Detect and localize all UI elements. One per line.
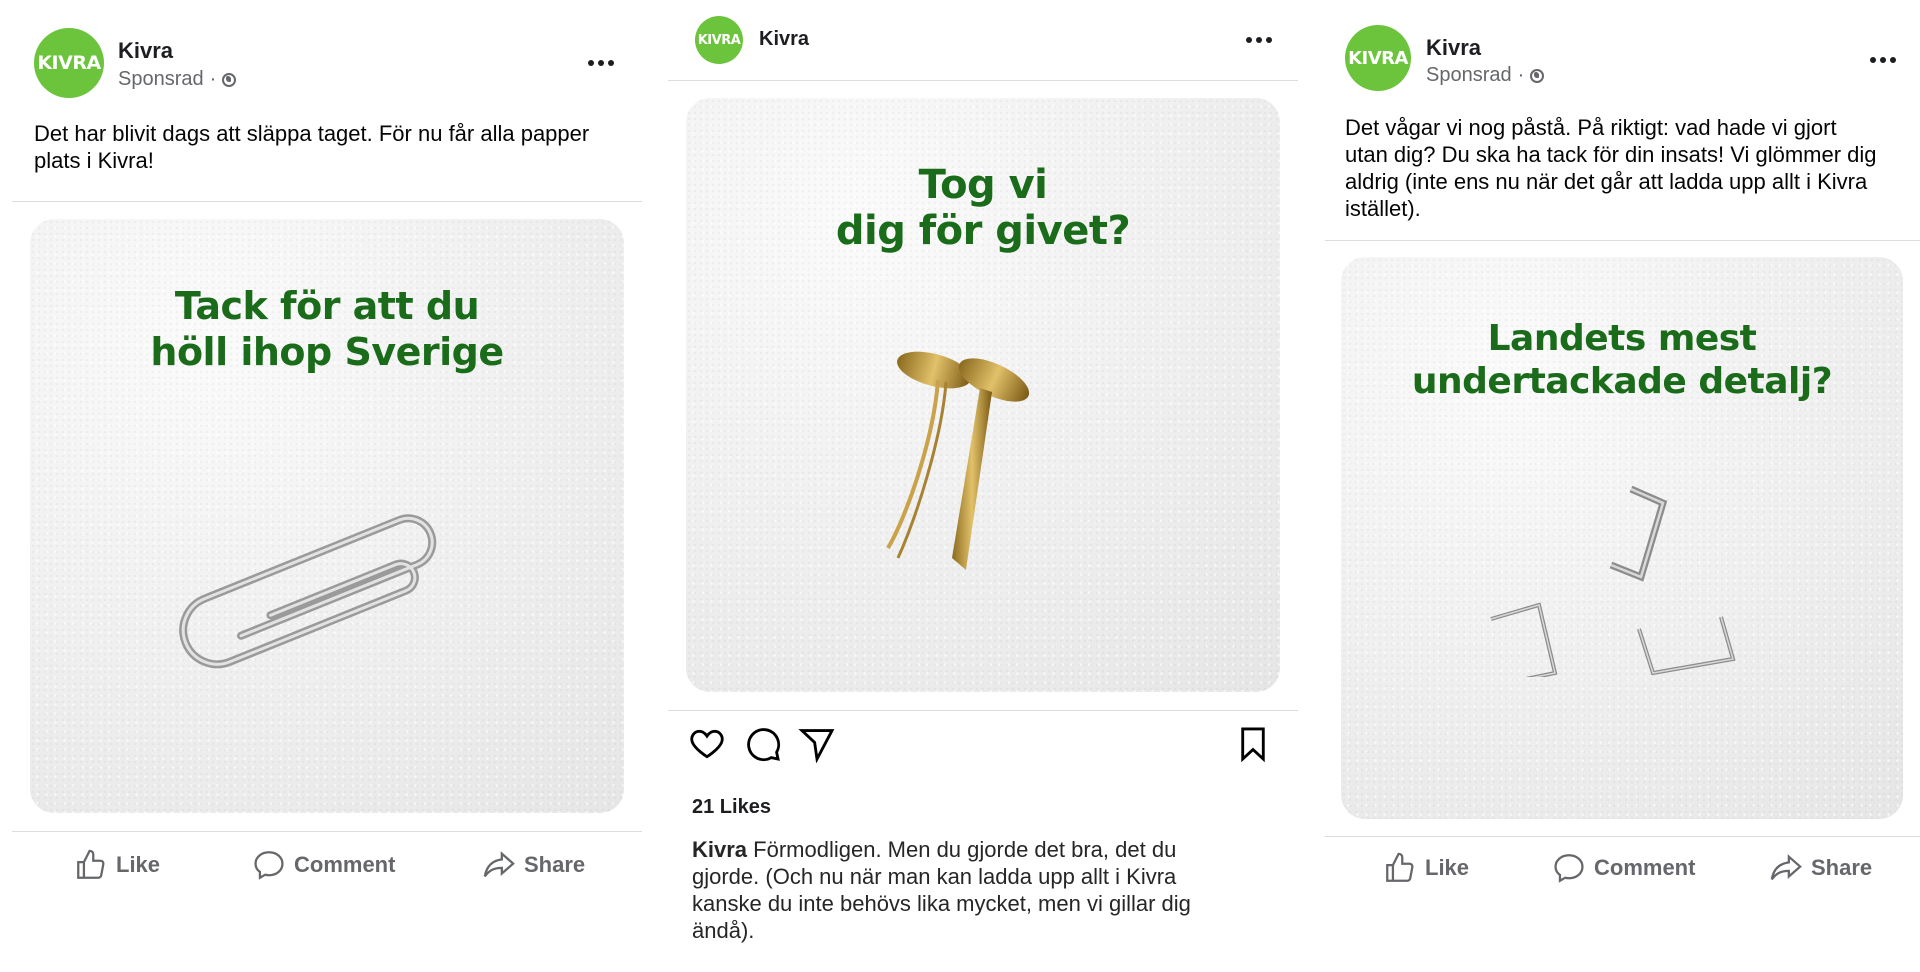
share-button[interactable]: Share [1769,851,1872,885]
send-icon[interactable] [798,725,836,763]
facebook-post-2: KIVRA Kivra Sponsrad · Det vågar vi nog … [1325,0,1920,883]
like-icon [77,849,105,879]
post-header: KIVRA Kivra Sponsrad · [1325,0,1920,91]
instagram-post: KIVRA Kivra Tog vi dig för givet? 21 Lik… [668,0,1298,943]
ig-comment-icon[interactable] [744,725,782,763]
globe-icon [1530,68,1545,83]
comment-icon [254,851,284,880]
ad-image[interactable]: Landets mest undertackade detalj? [1341,257,1903,819]
kivra-logo-avatar[interactable]: KIVRA [34,28,104,98]
facebook-post-1: KIVRA Kivra Sponsrad · Det har blivit da… [12,0,642,880]
divider [12,831,642,832]
more-icon[interactable] [588,60,614,66]
sponsored-label: Sponsrad · [1426,64,1545,87]
ad-headline: Tack för att du höll ihop Sverige [150,284,504,374]
divider [668,710,1298,711]
like-button[interactable]: Like [74,848,160,882]
likes-count[interactable]: 21 Likes [692,796,771,819]
bookmark-icon[interactable] [1234,725,1272,763]
brass-fastener [886,351,1030,570]
account-name[interactable]: Kivra [759,28,809,51]
heart-icon[interactable] [688,725,726,763]
page-name[interactable]: Kivra [118,38,173,64]
paperclip [179,514,437,669]
ad-image[interactable]: Tack för att du höll ihop Sverige [30,219,624,813]
staples [1490,485,1736,677]
post-header: KIVRA Kivra Sponsrad · [12,0,642,98]
post-caption: Kivra Förmodligen. Men du gjorde det bra… [692,837,1191,943]
post-caption: Det vågar vi nog påstå. På riktigt: vad … [1345,115,1877,221]
more-icon[interactable] [1870,57,1896,63]
divider [668,80,1298,81]
post-header: KIVRA Kivra [668,0,1298,80]
globe-icon [222,72,237,87]
kivra-logo-avatar[interactable]: KIVRA [695,16,743,64]
sponsored-label: Sponsrad · [118,68,237,91]
divider [12,201,642,202]
post-caption: Det har blivit dags att släppa taget. Fö… [34,121,590,173]
divider [1325,240,1920,241]
share-icon [483,851,515,878]
ad-headline: Landets mest undertackade detalj? [1411,318,1833,402]
like-button[interactable]: Like [1383,851,1469,885]
kivra-logo-avatar[interactable]: KIVRA [1345,25,1411,91]
caption-username[interactable]: Kivra [692,837,747,862]
comment-icon [1554,854,1584,883]
like-icon [1386,852,1414,882]
comment-button[interactable]: Comment [252,848,395,882]
comment-button[interactable]: Comment [1552,851,1695,885]
page-name[interactable]: Kivra [1426,35,1481,61]
share-icon [1770,854,1802,881]
share-button[interactable]: Share [482,848,585,882]
divider [1325,836,1920,837]
ad-headline: Tog vi dig för givet? [835,162,1131,254]
more-icon[interactable] [1246,37,1272,43]
ad-image[interactable]: Tog vi dig för givet? [686,98,1280,692]
